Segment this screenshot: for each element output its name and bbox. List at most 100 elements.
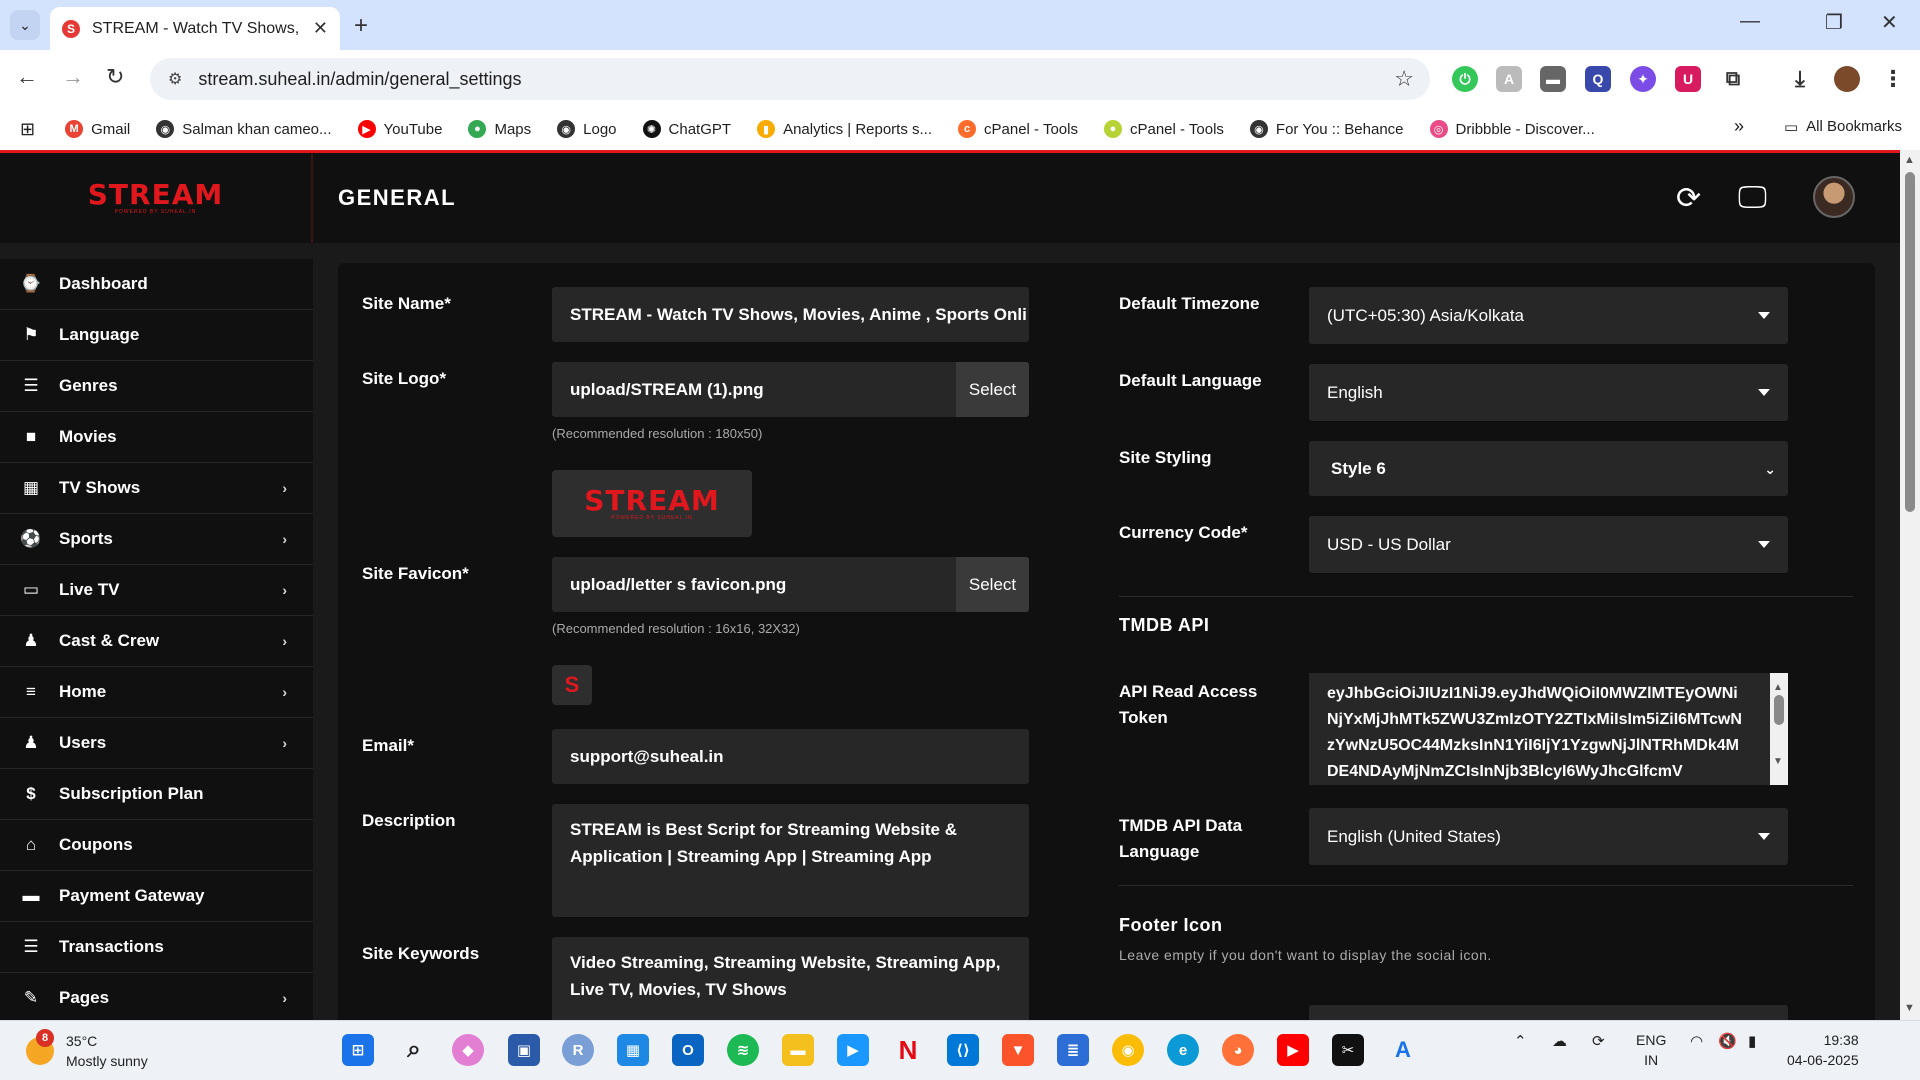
bookmark-item[interactable]: ◎ Dribbble - Discover...	[1429, 120, 1595, 138]
site-favicon-select-button[interactable]: Select	[956, 557, 1029, 612]
page-scroll-thumb[interactable]	[1905, 172, 1915, 512]
api-token-textarea[interactable]: eyJhbGciOiJIUzI1NiJ9.eyJhdWQiOiI0MWZlMTE…	[1309, 673, 1788, 785]
all-bookmarks-label[interactable]: All Bookmarks	[1806, 118, 1902, 135]
extension-shield-icon[interactable]: U	[1675, 66, 1701, 92]
site-logo[interactable]: STREAM POWERED BY SUHEAL.IN	[0, 153, 313, 243]
sidebar-item-coupons[interactable]: ⌂ Coupons	[0, 820, 313, 871]
window-close-icon[interactable]: ✕	[1881, 10, 1898, 35]
sidebar-item-cast-crew[interactable]: ♟ Cast & Crew ›	[0, 616, 313, 667]
site-keywords-textarea[interactable]: Video Streaming, Streaming Website, Stre…	[552, 937, 1029, 1020]
bookmark-item[interactable]: ◉ For You :: Behance	[1249, 120, 1404, 138]
weather-widget[interactable]: 8 35°C Mostly sunny	[26, 1029, 148, 1071]
bookmark-item[interactable]: M Gmail	[65, 120, 130, 138]
tray-chevron-up-icon[interactable]: ⌃	[1514, 1032, 1527, 1050]
bookmarks-overflow-icon[interactable]: »	[1734, 116, 1744, 137]
facebook-url-input[interactable]	[1309, 1005, 1788, 1020]
download-icon[interactable]: ⤓	[1787, 66, 1813, 92]
site-name-input[interactable]: STREAM - Watch TV Shows, Movies, Anime ,…	[552, 287, 1029, 342]
site-info-icon[interactable]: ⚙	[168, 69, 182, 89]
bookmark-item[interactable]: ◉ Salman khan cameo...	[156, 120, 332, 138]
currency-code-select[interactable]: USD - US Dollar	[1309, 516, 1788, 573]
bookmark-item[interactable]: ◉ Logo	[557, 120, 617, 138]
volume-muted-icon[interactable]: 🔇	[1718, 1032, 1737, 1050]
chrome-icon[interactable]: ◉	[1112, 1034, 1144, 1066]
wifi-icon[interactable]: ◠	[1690, 1032, 1703, 1050]
tab-close-icon[interactable]: ✕	[313, 18, 328, 39]
default-timezone-select[interactable]: (UTC+05:30) Asia/Kolkata	[1309, 287, 1788, 344]
search-icon[interactable]: ⌕	[398, 1034, 430, 1066]
new-tab-button[interactable]: +	[354, 12, 368, 40]
description-textarea[interactable]: STREAM is Best Script for Streaming Webs…	[552, 804, 1029, 917]
browser-tab-active[interactable]: S STREAM - Watch TV Shows, Mo ✕	[50, 7, 340, 50]
apps-grid-icon[interactable]: ⊞	[20, 119, 35, 140]
sidebar-item-pages[interactable]: ✎ Pages ›	[0, 973, 313, 1020]
all-bookmarks[interactable]: » ▭ All Bookmarks	[1734, 116, 1902, 137]
sidebar-item-live-tv[interactable]: ▭ Live TV ›	[0, 565, 313, 616]
extension-purple-icon[interactable]: ✦	[1630, 66, 1656, 92]
maximize-icon[interactable]: ❐	[1825, 10, 1843, 35]
outlook-icon[interactable]: O	[672, 1034, 704, 1066]
extension-blue-icon[interactable]: Q	[1585, 66, 1611, 92]
user-avatar[interactable]	[1813, 176, 1855, 218]
start-windows-icon[interactable]: ⊞	[342, 1034, 374, 1066]
site-favicon-input[interactable]: upload/letter s favicon.png Select	[552, 557, 1029, 612]
refresh-icon[interactable]: ⟳	[1676, 181, 1701, 216]
tab-search-button[interactable]: ⌄	[10, 10, 40, 40]
bookmark-item[interactable]: ▮ Analytics | Reports s...	[757, 120, 932, 138]
forward-arrow-icon[interactable]: →	[62, 64, 84, 90]
netflix-icon[interactable]: N	[892, 1034, 924, 1066]
scroll-down-icon[interactable]: ▼	[1773, 749, 1783, 775]
token-scrollbar[interactable]: ▲ ▼	[1770, 673, 1788, 785]
firefox-icon[interactable]: ◕	[1222, 1034, 1254, 1066]
brave-icon[interactable]: ▼	[1002, 1034, 1034, 1066]
email-input[interactable]: support@suheal.in	[552, 729, 1029, 784]
sidebar-item-movies[interactable]: ■ Movies	[0, 412, 313, 463]
vscode-icon[interactable]: ⟨⟩	[947, 1034, 979, 1066]
site-logo-select-button[interactable]: Select	[956, 362, 1029, 417]
sidebar-item-genres[interactable]: ☰ Genres	[0, 361, 313, 412]
sidebar-item-transactions[interactable]: ☰ Transactions	[0, 922, 313, 973]
profile-avatar-icon[interactable]	[1834, 66, 1860, 92]
sidebar-item-sports[interactable]: ⚽ Sports ›	[0, 514, 313, 565]
back-arrow-icon[interactable]: ←	[16, 64, 38, 90]
sidebar-item-payment-gateway[interactable]: ▬ Payment Gateway	[0, 871, 313, 922]
bookmark-item[interactable]: c cPanel - Tools	[958, 120, 1078, 138]
system-clock[interactable]: 19:38 04-06-2025	[1787, 1030, 1859, 1070]
browser-menu-icon[interactable]: ⋮	[1880, 66, 1906, 92]
app-icon-2[interactable]: ▦	[617, 1034, 649, 1066]
sync-icon[interactable]: ⟳	[1592, 1032, 1605, 1050]
minimize-icon[interactable]: —	[1740, 10, 1760, 33]
tmdb-data-language-select[interactable]: English (United States)	[1309, 808, 1788, 865]
sidebar-item-home[interactable]: ≡ Home ›	[0, 667, 313, 718]
sidebar-item-tv-shows[interactable]: ▦ TV Shows ›	[0, 463, 313, 514]
extensions-puzzle-icon[interactable]: ⧉	[1720, 66, 1746, 92]
sidebar-item-subscription-plan[interactable]: $ Subscription Plan	[0, 769, 313, 820]
copilot-icon[interactable]: ◆	[452, 1034, 484, 1066]
page-scrollbar[interactable]: ▲ ▼	[1900, 150, 1920, 1020]
input-language[interactable]: ENG IN	[1636, 1030, 1666, 1070]
reload-icon[interactable]: ↻	[106, 64, 124, 90]
prime-video-icon[interactable]: ▶	[837, 1034, 869, 1066]
sidebar-item-language[interactable]: ⚑ Language	[0, 310, 313, 361]
bookmark-item[interactable]: ● Maps	[468, 120, 531, 138]
site-logo-input[interactable]: upload/STREAM (1).png Select	[552, 362, 1029, 417]
bookmark-item[interactable]: ✺ ChatGPT	[642, 120, 731, 138]
notepad-icon[interactable]: ≣	[1057, 1034, 1089, 1066]
sidebar-item-dashboard[interactable]: ⌚ Dashboard	[0, 259, 313, 310]
app-icon-r[interactable]: R	[562, 1034, 594, 1066]
extension-gray-icon[interactable]: ▬	[1540, 66, 1566, 92]
youtube-icon[interactable]: ▶	[1277, 1034, 1309, 1066]
address-url[interactable]: stream.suheal.in/admin/general_settings	[198, 69, 521, 90]
spotify-icon[interactable]: ≋	[727, 1034, 759, 1066]
sidebar-item-users[interactable]: ♟ Users ›	[0, 718, 313, 769]
bookmark-star-icon[interactable]: ☆	[1394, 66, 1414, 92]
extension-green-icon[interactable]: ⏻	[1452, 66, 1478, 92]
edge-icon[interactable]: e	[1167, 1034, 1199, 1066]
address-bar[interactable]: ⚙ stream.suheal.in/admin/general_setting…	[150, 58, 1430, 100]
bookmark-item[interactable]: ▶ YouTube	[357, 120, 442, 138]
capcut-icon[interactable]: ✂	[1332, 1034, 1364, 1066]
scroll-up-icon[interactable]: ▲	[1904, 154, 1915, 166]
monitor-icon[interactable]: 🖵	[1738, 181, 1767, 215]
extension-a-icon[interactable]: A	[1496, 66, 1522, 92]
app-icon-1[interactable]: ▣	[508, 1034, 540, 1066]
